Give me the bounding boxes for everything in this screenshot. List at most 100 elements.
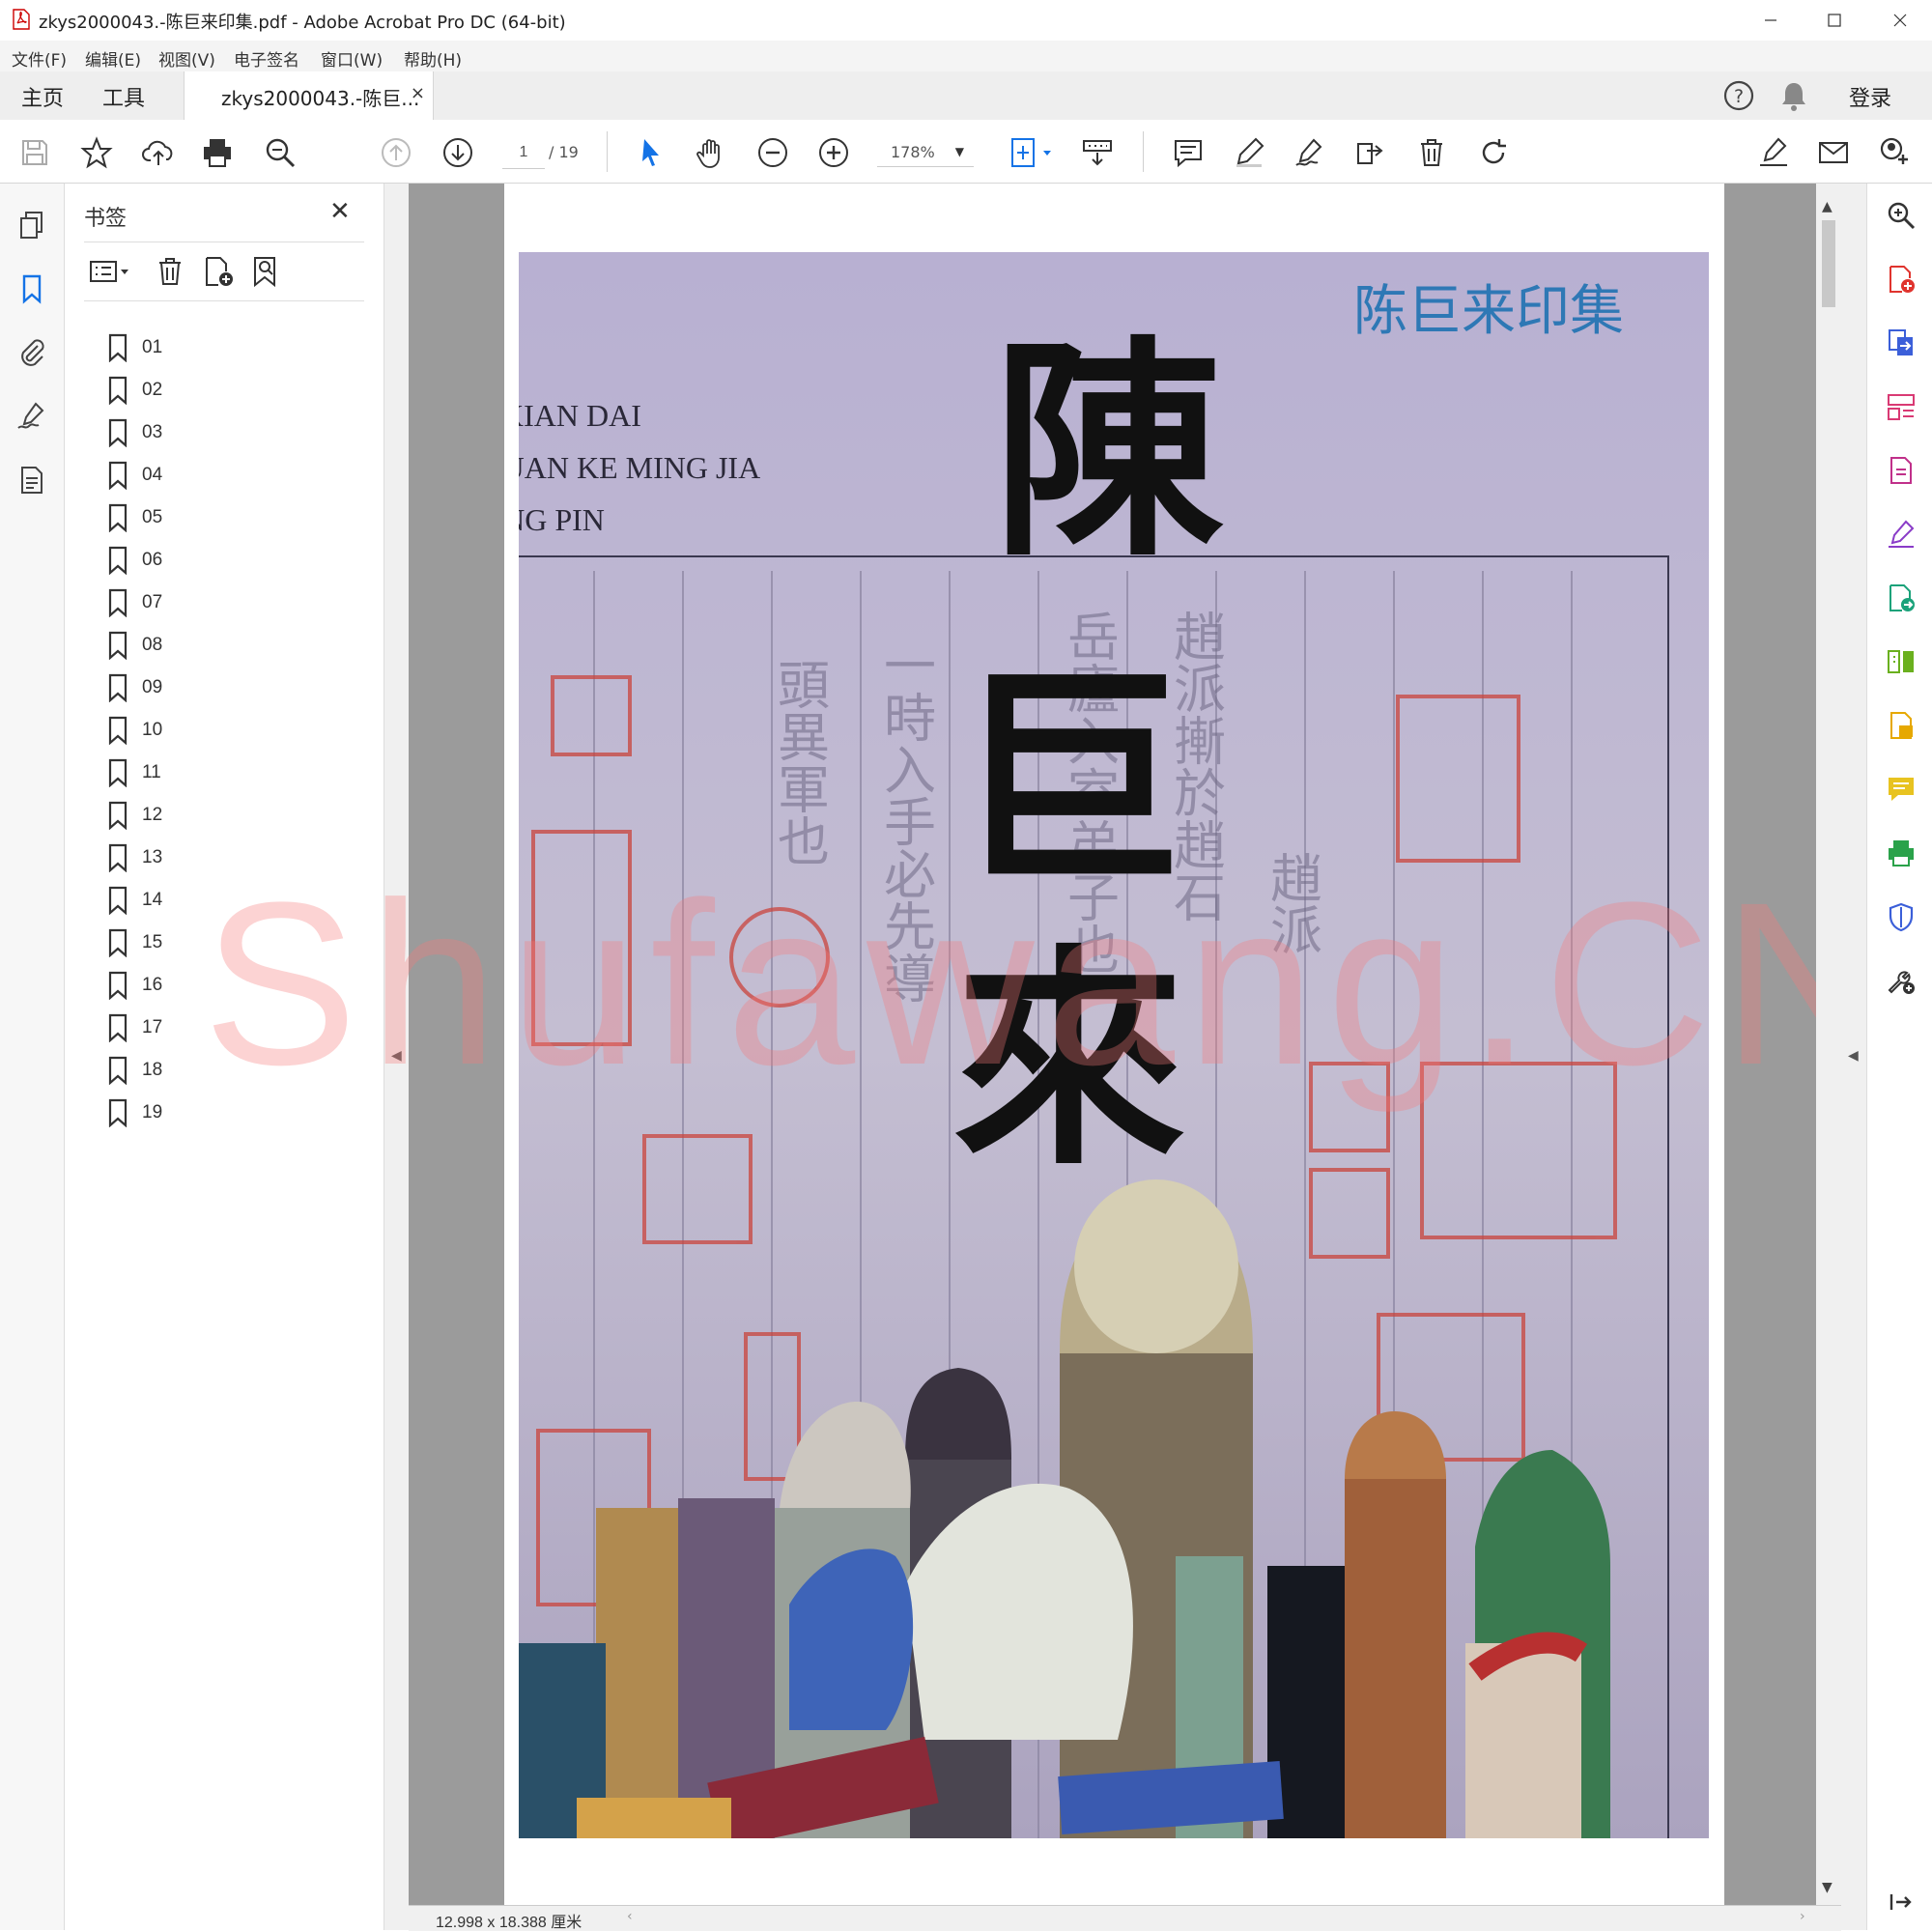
organize-pages-button[interactable]	[1883, 388, 1919, 425]
sign-in-link[interactable]: 登录	[1849, 81, 1891, 112]
bookmark-options-button[interactable]	[82, 251, 140, 292]
previous-page-button[interactable]	[377, 133, 415, 172]
maximize-button[interactable]	[1803, 0, 1866, 41]
bookmark-item[interactable]: 07	[107, 583, 300, 622]
bookmark-item[interactable]: 08	[107, 626, 300, 665]
bookmark-item[interactable]: 16	[107, 966, 300, 1005]
menu-file[interactable]: 文件(F)	[12, 46, 67, 71]
zoom-in-button[interactable]	[814, 133, 853, 172]
comment-button[interactable]	[1169, 133, 1208, 172]
create-pdf-button[interactable]	[1883, 261, 1919, 298]
zoom-level-dropdown[interactable]: 178% ▼	[877, 137, 974, 167]
add-user-button[interactable]	[1874, 133, 1913, 172]
menu-esign[interactable]: 电子签名	[234, 46, 299, 71]
scroll-up-arrow-icon[interactable]: ▲	[1822, 199, 1833, 214]
scrollbar-thumb[interactable]	[1822, 220, 1835, 307]
notification-bell-icon[interactable]	[1779, 79, 1808, 112]
bookmark-item[interactable]: 13	[107, 838, 300, 877]
right-tools-rail	[1866, 184, 1932, 1930]
tab-document[interactable]: zkys2000043.-陈巨... ×	[184, 71, 434, 121]
share-button[interactable]	[1350, 133, 1389, 172]
zoom-search-icon	[266, 138, 296, 168]
fit-page-icon	[1011, 138, 1051, 167]
scroll-right-arrow-icon[interactable]: ›	[1800, 1909, 1805, 1924]
more-tools-button[interactable]	[1883, 962, 1919, 999]
sign-button[interactable]	[1291, 133, 1329, 172]
close-window-button[interactable]	[1868, 0, 1932, 41]
menu-window[interactable]: 窗口(W)	[321, 46, 383, 71]
menu-view[interactable]: 视图(V)	[158, 46, 215, 71]
bookmark-item[interactable]: 01	[107, 328, 300, 367]
bookmark-item[interactable]: 14	[107, 881, 300, 920]
fill-sign-button[interactable]	[1754, 133, 1793, 172]
tab-home[interactable]: 主页	[21, 81, 64, 112]
protect-button[interactable]	[1883, 898, 1919, 935]
delete-button[interactable]	[1412, 133, 1451, 172]
bookmark-item[interactable]: 11	[107, 753, 300, 792]
tab-tools[interactable]: 工具	[102, 81, 145, 112]
calligraphy-char-3: 來	[953, 923, 1185, 1196]
bookmark-item[interactable]: 02	[107, 371, 300, 410]
document-view[interactable]: 頭異軍也 一時入手必先導 岳廬入室弟子也 趙派摲於趙石 趙派 陳 巨 來 陈巨来…	[409, 184, 1841, 1905]
bookmark-item[interactable]: 09	[107, 668, 300, 707]
bookmark-item[interactable]: 15	[107, 923, 300, 962]
menu-help[interactable]: 帮助(H)	[404, 46, 462, 71]
scroll-down-arrow-icon[interactable]: ▼	[1822, 1880, 1833, 1895]
menu-edit[interactable]: 编辑(E)	[85, 46, 141, 71]
export-pdf-button[interactable]	[1883, 325, 1919, 361]
bookmark-item[interactable]: 19	[107, 1094, 300, 1132]
bookmark-item[interactable]: 03	[107, 413, 300, 452]
minimize-button[interactable]	[1739, 0, 1803, 41]
hand-tool-button[interactable]	[692, 133, 730, 172]
left-panel-splitter[interactable]: ◀	[384, 184, 410, 1930]
collapse-right-arrow-icon[interactable]: ◀	[1848, 1048, 1859, 1064]
right-panel-splitter[interactable]: ◀	[1841, 184, 1866, 1930]
rotate-button[interactable]	[1474, 133, 1513, 172]
attachments-button[interactable]	[14, 333, 50, 370]
new-bookmark-button[interactable]	[198, 251, 239, 292]
page-number-input[interactable]	[502, 137, 545, 169]
print-production-button[interactable]	[1883, 835, 1919, 871]
vertical-scrollbar[interactable]: ▲ ▼	[1816, 184, 1841, 1905]
comment-tool-button[interactable]	[1883, 771, 1919, 808]
bookmarks-panel-button[interactable]	[14, 270, 50, 307]
find-bookmark-button[interactable]	[246, 251, 287, 292]
page-fit-button[interactable]	[1005, 133, 1059, 172]
minus-circle-icon	[758, 138, 787, 167]
scroll-mode-button[interactable]	[1078, 133, 1117, 172]
signatures-panel-button[interactable]	[14, 398, 50, 435]
bookmark-item[interactable]: 05	[107, 498, 300, 537]
search-tool-button[interactable]	[1883, 197, 1919, 234]
close-panel-icon[interactable]: ✕	[329, 197, 351, 226]
bookmark-item[interactable]: 04	[107, 456, 300, 495]
email-button[interactable]	[1814, 133, 1853, 172]
compare-files-button[interactable]	[1883, 643, 1919, 680]
bookmark-star-button[interactable]	[77, 133, 116, 172]
close-tab-icon[interactable]: ×	[411, 83, 425, 103]
zoom-out-button[interactable]	[753, 133, 792, 172]
collapse-left-arrow-icon[interactable]: ◀	[391, 1048, 402, 1064]
help-icon[interactable]: ?	[1722, 79, 1755, 112]
upload-cloud-button[interactable]	[139, 133, 178, 172]
next-page-button[interactable]	[439, 133, 477, 172]
bookmark-item[interactable]: 06	[107, 541, 300, 580]
select-tool-button[interactable]	[632, 133, 670, 172]
highlight-button[interactable]	[1230, 133, 1268, 172]
bookmark-item[interactable]: 17	[107, 1009, 300, 1047]
bookmark-item[interactable]: 18	[107, 1051, 300, 1090]
edit-pdf-button[interactable]	[1883, 452, 1919, 489]
bookmark-icon	[108, 631, 128, 660]
fill-and-sign-button[interactable]	[1883, 516, 1919, 553]
delete-bookmark-button[interactable]	[150, 251, 190, 292]
page-thumbnails-button[interactable]	[14, 207, 50, 243]
content-panel-button[interactable]	[14, 462, 50, 498]
bookmark-item[interactable]: 10	[107, 711, 300, 750]
save-button[interactable]	[15, 133, 54, 172]
collapse-tools-pane-button[interactable]	[1883, 1884, 1919, 1920]
bookmark-item[interactable]: 12	[107, 796, 300, 835]
scroll-left-arrow-icon[interactable]: ‹	[627, 1909, 633, 1924]
print-button[interactable]	[198, 133, 237, 172]
find-button[interactable]	[261, 133, 299, 172]
combine-files-button[interactable]	[1883, 707, 1919, 744]
send-for-review-button[interactable]	[1883, 580, 1919, 616]
